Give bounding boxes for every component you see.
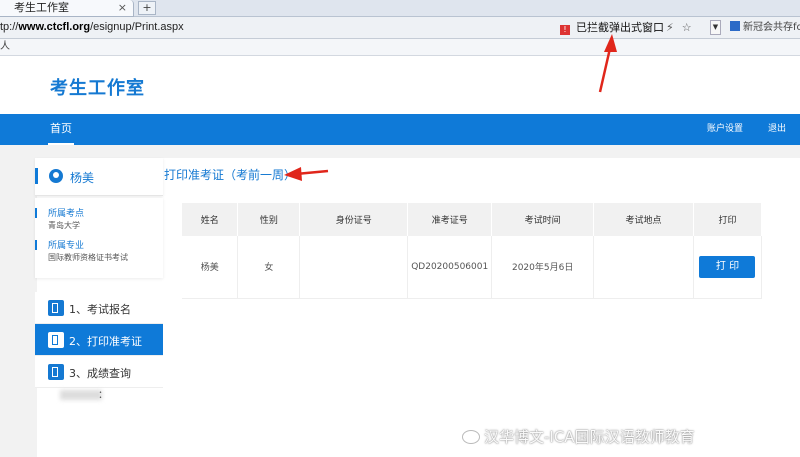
watermark: 汉华博文-ICA国际汉语教师教育 — [462, 426, 695, 447]
title-annotation-arrow — [284, 167, 329, 181]
watermark-text: 汉华博文-ICA国际汉语教师教育 — [484, 428, 695, 446]
annotation-arrows — [284, 34, 617, 181]
popup-annotation-arrow — [598, 34, 617, 93]
weibo-icon — [462, 430, 480, 444]
